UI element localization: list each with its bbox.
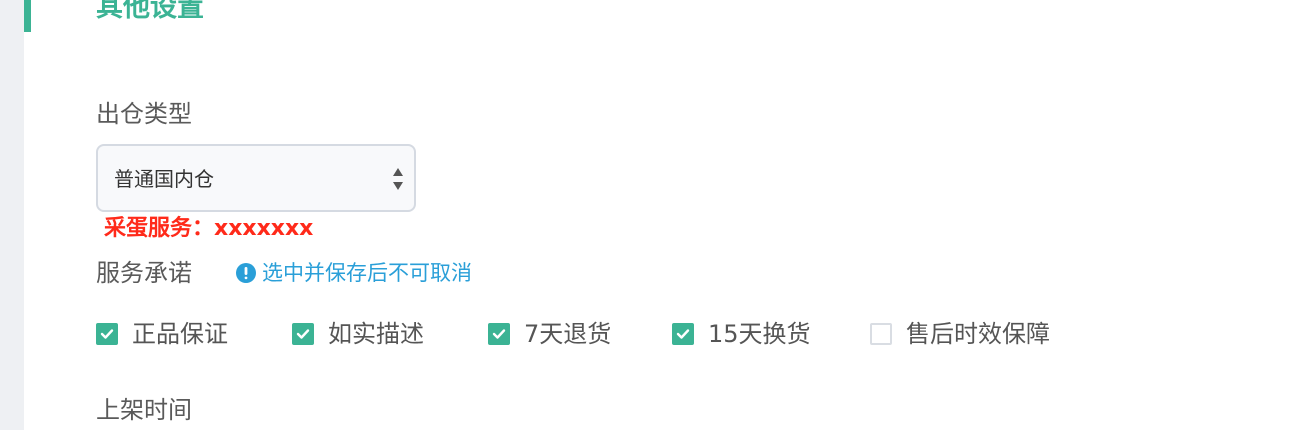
checkbox-label: 15天换货 <box>708 320 811 348</box>
outbound-type-selected-value: 普通国内仓 <box>114 167 214 191</box>
checkbox-label: 售后时效保障 <box>906 320 1050 348</box>
checkbox-label: 7天退货 <box>524 320 612 348</box>
left-rail <box>0 0 24 430</box>
checkbox-checked-icon[interactable] <box>96 323 118 345</box>
checkbox-checked-icon[interactable] <box>488 323 510 345</box>
checkbox-label: 如实描述 <box>328 320 424 348</box>
outbound-type-label: 出仓类型 <box>96 100 192 128</box>
annotation-overlay: 采蛋服务：xxxxxxx <box>104 216 314 241</box>
checkbox-7day-return[interactable]: 7天退货 <box>488 316 611 352</box>
checkbox-authentic-guarantee[interactable]: 正品保证 <box>96 316 228 352</box>
section-accent-bar <box>24 0 31 32</box>
checkbox-after-sales-timeliness[interactable]: 售后时效保障 <box>870 316 1050 352</box>
checkbox-unchecked-icon[interactable] <box>870 323 892 345</box>
outbound-type-select[interactable]: 普通国内仓 <box>96 144 416 212</box>
service-promise-label: 服务承诺 <box>96 259 192 287</box>
checkbox-15day-exchange[interactable]: 15天换货 <box>672 316 811 352</box>
select-updown-arrows-icon <box>393 168 403 190</box>
checkbox-accurate-description[interactable]: 如实描述 <box>292 316 424 352</box>
checkbox-checked-icon[interactable] <box>292 323 314 345</box>
service-hint: 选中并保存后不可取消 <box>236 258 472 288</box>
info-circle-icon <box>236 263 256 283</box>
checkbox-label: 正品保证 <box>132 320 228 348</box>
service-hint-text: 选中并保存后不可取消 <box>262 261 472 285</box>
shelf-time-label: 上架时间 <box>96 396 192 424</box>
checkbox-checked-icon[interactable] <box>672 323 694 345</box>
section-title: 其他设置 <box>96 0 204 23</box>
